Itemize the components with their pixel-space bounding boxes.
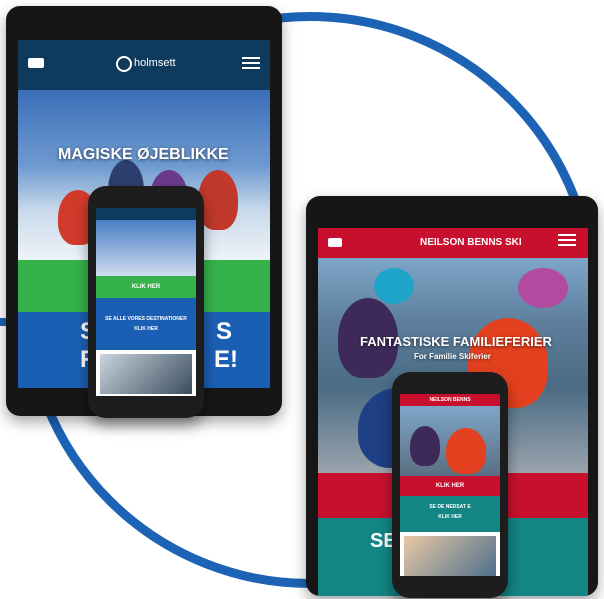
left-logo[interactable]: holmsett — [134, 57, 176, 69]
left-blue-letter-3: S — [216, 318, 233, 345]
bed-icon[interactable] — [328, 238, 342, 247]
right-phone-card-image — [404, 536, 496, 576]
logo-circle-icon — [116, 56, 132, 72]
right-phone-red[interactable]: KLIK HER — [400, 476, 500, 496]
left-phone-blue: SE ALLE VORES DESTINATIONER KLIK HER — [96, 298, 196, 350]
left-phone-blue-text: SE ALLE VORES DESTINATIONER — [105, 316, 187, 322]
right-site-header: NEILSON BENNS SKI — [318, 228, 588, 258]
left-phone-header — [96, 208, 196, 220]
right-logo[interactable]: NEILSON BENNS SKI — [420, 237, 522, 248]
bed-icon[interactable] — [28, 58, 44, 68]
menu-icon[interactable] — [242, 54, 260, 72]
left-site-header: holmsett — [18, 40, 270, 90]
left-phone: KLIK HER SE ALLE VORES DESTINATIONER KLI… — [88, 186, 204, 418]
right-hero-subtitle: For Familie Skiferier — [414, 352, 491, 361]
menu-icon[interactable] — [558, 231, 576, 249]
right-phone-teal-sub[interactable]: KLIK HER — [400, 514, 500, 520]
right-phone-red-label[interactable]: KLIK HER — [400, 483, 500, 489]
left-phone-green[interactable]: KLIK HER — [96, 276, 196, 298]
left-phone-hero — [96, 220, 196, 276]
right-phone-teal-text: SE DE NEDSAT E — [429, 504, 471, 510]
left-phone-blue-sub[interactable]: KLIK HER — [96, 326, 196, 332]
left-phone-screen: KLIK HER SE ALLE VORES DESTINATIONER KLI… — [96, 208, 196, 396]
right-hero-title: FANTASTISKE FAMILIEFERIER — [360, 334, 552, 349]
right-phone-teal: SE DE NEDSAT E KLIK HER — [400, 496, 500, 532]
left-blue-letter-4: E! — [214, 346, 238, 373]
right-phone-hero — [400, 406, 500, 476]
right-phone-header-text: NEILSON BENNS — [429, 397, 471, 403]
right-phone-screen: NEILSON BENNS KLIK HER SE DE NEDSAT E KL… — [400, 394, 500, 576]
right-phone-header: NEILSON BENNS — [400, 394, 500, 406]
right-phone: NEILSON BENNS KLIK HER SE DE NEDSAT E KL… — [392, 372, 508, 598]
left-phone-green-label[interactable]: KLIK HER — [96, 284, 196, 290]
left-hero-title: MAGISKE ØJEBLIKKE — [58, 146, 229, 163]
left-phone-card-image — [100, 354, 192, 394]
